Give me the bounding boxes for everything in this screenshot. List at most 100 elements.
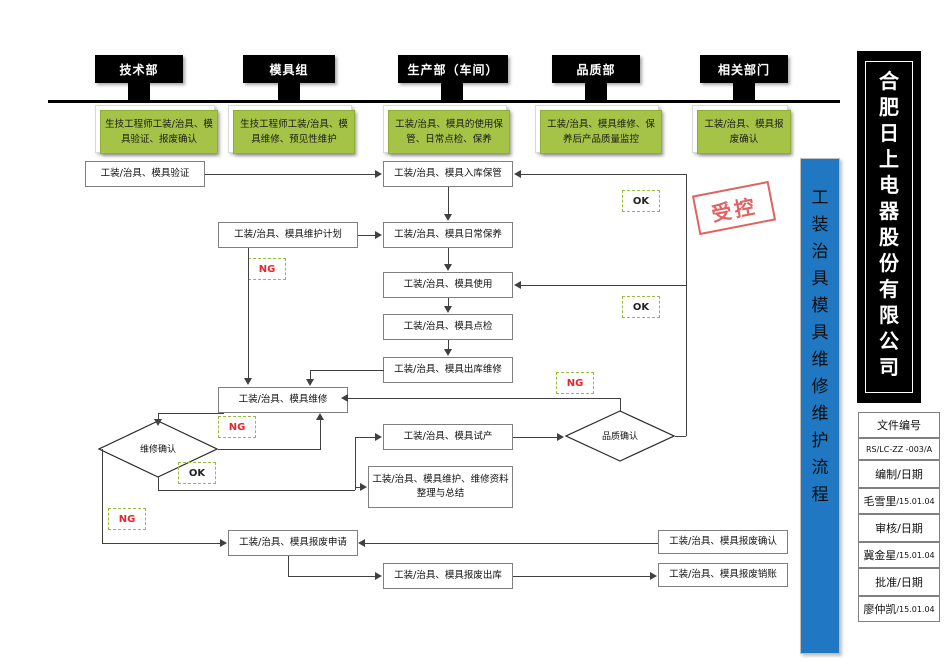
- vtitle-7: 修: [811, 377, 829, 397]
- tag-ok-storage: OK: [622, 190, 660, 212]
- arrow-daily-use: [444, 264, 452, 271]
- arrow-apply-scrapout: [375, 572, 382, 580]
- node-maint-plan: 工装/治具、模具维护计划: [218, 222, 358, 248]
- arrow-verify-storage: [375, 170, 382, 178]
- node-scrap-confirm: 工装/治具、模具报废确认: [658, 530, 788, 554]
- duty-wrap-3: 工装/治具、模具的使用保管、日常点检、保养: [383, 105, 510, 154]
- arrow-right-use: [514, 281, 521, 289]
- conn-scrap-ng-h: [102, 543, 220, 544]
- decision-quality-confirm: 品质确认: [565, 410, 675, 462]
- arrow-storage-daily: [444, 214, 452, 221]
- tag-ng-repair: NG: [218, 416, 256, 438]
- conn-apply-out-h: [288, 576, 375, 577]
- doc-label-file-no: 文件编号: [858, 412, 940, 438]
- conn-ok-riser: [355, 437, 356, 490]
- arrow-out-cancel: [650, 572, 657, 580]
- company-char-9: 限: [879, 303, 899, 327]
- vtitle-3: 具: [811, 269, 829, 289]
- arrow-inspect-outrepair: [444, 349, 452, 356]
- conn-right-to-use: [521, 285, 687, 286]
- conn-quality-ng-h: [348, 398, 621, 399]
- conn-right-riser: [686, 174, 687, 436]
- vtitle-11: 程: [811, 485, 829, 505]
- vertical-title-banner: 工 装 治 具 模 具 维 修 维 护 流 程: [800, 158, 840, 654]
- conn-trial-quality: [513, 437, 557, 438]
- company-char-5: 器: [879, 199, 899, 223]
- lane-header-2: 模具组: [243, 55, 335, 83]
- vtitle-2: 治: [811, 242, 829, 262]
- arrow-scrap-apply: [220, 539, 227, 547]
- lane-header-1: 技术部: [95, 55, 183, 83]
- duty-box-quality: 工装/治具、模具维修、保养后产品质量监控: [540, 110, 662, 154]
- conn-apply-out-v: [288, 556, 289, 576]
- tag-ok-repair-confirm: OK: [178, 462, 216, 484]
- arrow-plan-daily: [375, 231, 382, 239]
- doc-approver-name: 廖仲凯: [863, 603, 897, 616]
- company-char-8: 有: [879, 277, 899, 301]
- tag-ok-use: OK: [622, 296, 660, 318]
- doc-author-date: /15.01.04: [896, 496, 935, 506]
- duty-wrap-2: 生技工程师工装/治具、模具维修、预见性维护: [228, 105, 355, 154]
- tag-ng-quality: NG: [556, 372, 594, 394]
- company-name-plate: 合 肥 日 上 电 器 股 份 有 限 公 司: [857, 51, 921, 403]
- node-scrap-out: 工装/治具、模具报废出库: [383, 563, 513, 589]
- node-out-repair: 工装/治具、模具出库维修: [383, 357, 513, 383]
- doc-label-author: 编制/日期: [858, 460, 940, 488]
- duty-box-related-dept: 工装/治具、模具报废确认: [697, 110, 791, 154]
- company-char-3: 上: [879, 147, 899, 171]
- node-scrap-apply: 工装/治具、模具报废申请: [228, 530, 358, 556]
- conn-confirm-back-h: [365, 543, 658, 544]
- conn-quality-ok-h: [675, 436, 686, 437]
- tag-ng-scrap: NG: [108, 508, 146, 530]
- company-char-6: 股: [879, 225, 899, 249]
- doc-value-approver: 廖仲凯/15.01.04: [858, 596, 940, 622]
- duty-box-mold-group: 生技工程师工装/治具、模具维修、预见性维护: [233, 110, 355, 154]
- vtitle-9: 护: [811, 431, 829, 451]
- arrow-repair-diamond: [154, 419, 162, 426]
- arrow-plan-repair: [244, 378, 252, 385]
- node-storage: 工装/治具、模具入库保管: [383, 161, 513, 187]
- vtitle-4: 模: [811, 296, 829, 316]
- conn-right-to-storage: [521, 174, 687, 175]
- doc-reviewer-name: 冀金星: [863, 549, 897, 562]
- vtitle-0: 工: [811, 188, 829, 208]
- conn-confirm-ng-v: [320, 420, 321, 450]
- company-char-11: 司: [879, 355, 899, 379]
- arrow-ok-trial: [375, 433, 382, 441]
- vtitle-1: 装: [811, 215, 829, 235]
- vtitle-8: 维: [811, 404, 829, 424]
- doc-approver-date: /15.01.04: [896, 604, 935, 614]
- lane-header-4: 品质部: [552, 55, 640, 83]
- conn-ok-to-trial: [355, 437, 375, 438]
- conn-plan-daily: [358, 235, 375, 236]
- node-repair: 工装/治具、模具维修: [218, 387, 348, 413]
- arrow-trial-quality: [557, 433, 564, 441]
- lane-header-5: 相关部门: [700, 55, 788, 83]
- duty-wrap-4: 工装/治具、模具维修、保养后产品质量监控: [535, 105, 662, 154]
- conn-storage-daily: [448, 187, 449, 215]
- doc-label-reviewer: 审核/日期: [858, 514, 940, 542]
- controlled-stamp: 受控: [691, 180, 777, 236]
- doc-value-file-no: RS/LC-ZZ -003/A: [858, 438, 940, 460]
- duty-box-production: 工装/治具、模具的使用保管、日常点检、保养: [388, 110, 510, 154]
- conn-out-cancel-h: [513, 576, 650, 577]
- node-scrap-cancel: 工装/治具、模具报废销账: [658, 563, 788, 587]
- company-char-7: 份: [879, 251, 899, 275]
- vtitle-10: 流: [811, 458, 829, 478]
- arrow-confirm-ng-repair: [316, 413, 324, 420]
- doc-value-author: 毛雪里/15.01.04: [858, 488, 940, 514]
- arrow-confirm-back-apply: [358, 539, 365, 547]
- node-archive: 工装/治具、模具维护、维修资料整理与总结: [368, 466, 513, 508]
- doc-label-approver: 批准/日期: [858, 568, 940, 596]
- node-use: 工装/治具、模具使用: [383, 272, 513, 298]
- lane-header-3: 生产部（车间）: [398, 55, 508, 83]
- conn-outrepair-left: [310, 370, 384, 371]
- doc-value-reviewer: 冀金星/15.01.04: [858, 542, 940, 568]
- vtitle-6: 维: [811, 350, 829, 370]
- arrow-quality-ng-repair: [341, 394, 348, 402]
- node-verify: 工装/治具、模具验证: [85, 161, 205, 187]
- arrow-ok-archive: [360, 483, 367, 491]
- conn-confirm-ng-h: [218, 449, 321, 450]
- duty-wrap-5: 工装/治具、模具报废确认: [692, 105, 791, 154]
- doc-author-name: 毛雪里: [863, 495, 897, 508]
